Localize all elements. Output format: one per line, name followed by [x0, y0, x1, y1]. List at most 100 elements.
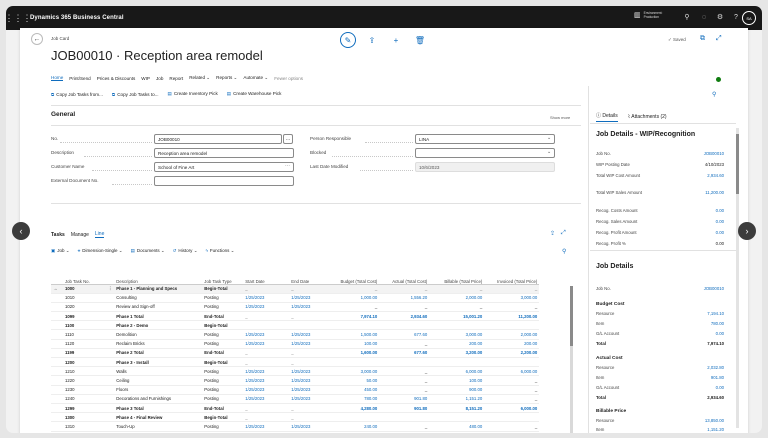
factbox-value[interactable]: JOB00010 [704, 151, 724, 156]
cell-actual[interactable] [379, 412, 430, 423]
column-header[interactable]: Billable (Total Price) [429, 268, 485, 285]
job-no-field[interactable]: JOB00010 [154, 134, 282, 144]
table-row[interactable]: 1200 Phase 3 - Install Begin-Total _ _ [51, 357, 540, 368]
cell-invoiced[interactable] [484, 412, 540, 423]
cell-desc[interactable]: Walls [114, 366, 203, 377]
lookup-button[interactable]: … [283, 134, 293, 144]
create-warehouse-pick-button[interactable]: ▤ Create Warehouse Pick [227, 91, 282, 97]
cell-no[interactable]: 1240 [63, 394, 106, 404]
cell-end[interactable]: _ [289, 311, 336, 322]
cell-type[interactable]: Posting [202, 375, 244, 386]
factbox-value[interactable]: 13,850.00 [705, 418, 724, 423]
cell-desc[interactable]: Phase 2 - Demo [114, 320, 203, 331]
cell-start[interactable]: 1/25/2023 [243, 329, 290, 340]
cell-end[interactable]: _ [289, 284, 336, 294]
cell-budget[interactable]: 4,280.00 [335, 403, 380, 414]
cell-desc[interactable]: Phase 4 - Final Review [114, 412, 203, 423]
next-record-button[interactable]: › [738, 222, 756, 240]
cell-invoiced[interactable]: _ [484, 421, 540, 432]
cell-invoiced[interactable]: 11,200.00 [484, 311, 540, 322]
table-row[interactable]: 1240 Decorations and Furnishings Posting 1/… [51, 394, 540, 404]
job-no-value[interactable]: JOB00010 [704, 286, 724, 291]
cell-start[interactable] [243, 320, 290, 331]
cell-no[interactable]: 1120 [63, 339, 106, 349]
cell-type[interactable]: End-Total [202, 311, 244, 322]
cell-actual[interactable] [379, 357, 430, 368]
table-row[interactable]: 1230 Floors Posting 1/25/2023 1/25/2023 450.0… [51, 385, 540, 395]
cell-invoiced[interactable]: _ [484, 394, 540, 404]
table-row[interactable]: 1210 Walls Posting 1/25/2023 1/25/2023 3,000.… [51, 366, 540, 377]
cell-desc[interactable]: Phase 1 Total [114, 311, 203, 322]
cell-actual[interactable] [379, 320, 430, 331]
cell-actual[interactable]: 901.80 [379, 394, 430, 404]
cell-type[interactable]: End-Total [202, 403, 244, 414]
cell-budget[interactable]: 780.00 [335, 394, 380, 404]
job-details-title[interactable]: Job Details [596, 263, 633, 270]
row-menu-icon[interactable] [106, 320, 115, 331]
cell-end[interactable]: 1/25/2023 [289, 302, 336, 313]
cell-desc[interactable]: Phase 3 - Install [114, 357, 203, 368]
blocked-select[interactable] [415, 148, 555, 158]
tab-line[interactable]: Line [94, 231, 105, 238]
table-row[interactable]: → 1000 ⋮ Phase 1 - Planning and Specs Begin-… [51, 284, 540, 294]
cell-no[interactable]: 1230 [63, 385, 106, 395]
cell-end[interactable]: _ [289, 403, 336, 414]
cell-actual[interactable]: 901.80 [379, 403, 430, 414]
cell-invoiced[interactable]: 6,000.00 [484, 366, 540, 377]
cell-no[interactable]: 1099 [63, 311, 106, 322]
cell-actual[interactable]: 677.60 [379, 329, 430, 340]
row-menu-icon[interactable] [106, 357, 115, 368]
table-row[interactable]: 1120 Reclaim Bricks Posting 1/25/2023 1/25/2… [51, 339, 540, 349]
column-header[interactable]: Description [114, 268, 203, 285]
cell-start[interactable]: 1/25/2023 [243, 293, 290, 303]
cell-budget[interactable] [335, 412, 380, 423]
column-header[interactable]: Job Task No. [63, 268, 106, 285]
factbox-value[interactable]: 0.00 [716, 385, 724, 390]
cell-start[interactable]: 1/25/2023 [243, 385, 290, 395]
cell-desc[interactable]: Phase 3 Total [114, 403, 203, 414]
menu-prices-discounts[interactable]: Prices & Discounts [97, 76, 136, 81]
cell-end[interactable]: 1/25/2023 [289, 394, 336, 404]
person-responsible-select[interactable]: LINA [415, 134, 555, 144]
wip-factbox-title[interactable]: Job Details - WIP/Recognition [596, 131, 695, 138]
column-header[interactable]: End Date [289, 268, 336, 285]
factbox-value[interactable]: 901.80 [711, 375, 724, 380]
cell-actual[interactable]: _ [379, 385, 430, 395]
row-menu-icon[interactable] [106, 329, 115, 340]
bell-icon[interactable]: ◌ [698, 10, 710, 24]
cell-budget[interactable]: 1,000.00 [335, 293, 380, 303]
expand-icon[interactable]: ⤢ [716, 35, 722, 43]
row-menu-icon[interactable] [106, 403, 115, 414]
row-menu-icon[interactable]: ⋮ [106, 284, 115, 294]
cell-billable[interactable]: 1,151.20 [429, 394, 485, 404]
cell-budget[interactable]: 100.00 [335, 339, 380, 349]
factbox-value[interactable]: 4/10/2023 [705, 162, 724, 167]
cell-invoiced[interactable]: _ [484, 385, 540, 395]
row-menu-icon[interactable] [106, 311, 115, 322]
cell-end[interactable]: 1/25/2023 [289, 329, 336, 340]
cell-start[interactable]: 1/25/2023 [243, 394, 290, 404]
cell-invoiced[interactable]: 6,000.00 [484, 403, 540, 414]
cell-end[interactable]: 1/25/2023 [289, 293, 336, 303]
cell-invoiced[interactable] [484, 357, 540, 368]
cell-budget[interactable]: _ [335, 302, 380, 313]
cell-actual[interactable]: 1,556.20 [379, 293, 430, 303]
factbox-value[interactable]: 0.00 [716, 219, 724, 224]
factbox-value[interactable]: 0.00 [716, 208, 724, 213]
factbox-value[interactable]: 7,974.10 [707, 341, 724, 346]
search-icon[interactable]: ⚲ [681, 10, 693, 24]
previous-record-button[interactable]: ‹ [12, 222, 30, 240]
menu-home[interactable]: Home [51, 75, 64, 81]
create-inventory-pick-button[interactable]: ▤ Create Inventory Pick [167, 91, 217, 97]
cell-start[interactable]: 1/25/2023 [243, 366, 290, 377]
cell-budget[interactable]: _ [335, 284, 380, 294]
share-icon[interactable]: ⇪ [550, 230, 555, 237]
cell-actual[interactable]: _ [379, 339, 430, 349]
cell-start[interactable]: _ [243, 412, 290, 423]
cell-budget[interactable]: 1,600.00 [335, 348, 380, 359]
table-row[interactable]: 1310 Touch-Up Posting 1/25/2023 1/25/2023 240… [51, 421, 540, 432]
cell-no[interactable]: 1020 [63, 302, 106, 313]
cell-invoiced[interactable]: 2,000.00 [484, 329, 540, 340]
table-row[interactable]: 1010 Consulting Posting 1/25/2023 1/25/2023 1… [51, 293, 540, 303]
cell-type[interactable]: End-Total [202, 348, 244, 359]
